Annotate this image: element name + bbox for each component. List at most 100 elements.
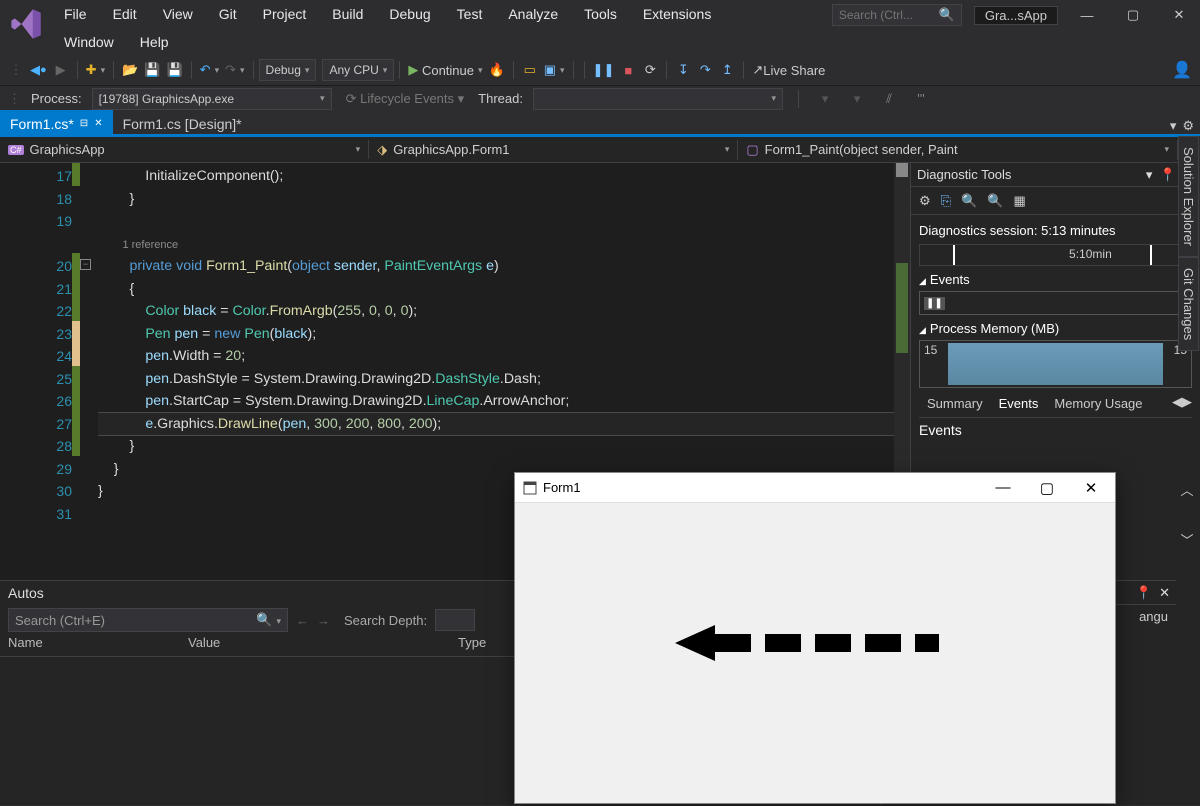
solution-selector[interactable]: Gra...sApp	[974, 6, 1058, 25]
tab-events[interactable]: Events	[991, 394, 1047, 417]
stop-debug-button[interactable]: ■	[617, 59, 639, 81]
memory-chart: 15 15	[919, 340, 1192, 388]
save-all-button[interactable]: 💾	[163, 59, 185, 81]
tabs-scroll-left[interactable]: ◀	[1172, 394, 1182, 417]
col-name[interactable]: Name	[8, 635, 188, 656]
stack-trace-button[interactable]: ⫽	[878, 88, 900, 110]
memory-section-header[interactable]: Process Memory (MB)	[919, 315, 1192, 336]
nav-member[interactable]: ▢Form1_Paint(object sender, Paint▾	[738, 140, 1178, 160]
form-icon	[523, 481, 537, 495]
thread-combo[interactable]: ▾	[533, 88, 783, 110]
panel-scroll-down[interactable]: ﹀	[1178, 530, 1196, 549]
runtime-form-window[interactable]: Form1 — ▢ ✕	[514, 472, 1116, 804]
menu-help[interactable]: Help	[130, 32, 179, 52]
liveshare-button[interactable]: ↗ Live Share	[749, 59, 828, 81]
git-changes-tab[interactable]: Git Changes	[1178, 257, 1199, 351]
menu-analyze[interactable]: Analyze	[498, 4, 568, 24]
menu-test[interactable]: Test	[447, 4, 493, 24]
menu-extensions[interactable]: Extensions	[633, 4, 721, 24]
form-minimize-button[interactable]: —	[987, 479, 1019, 497]
cycle-button[interactable]: '''	[910, 88, 932, 110]
zoom-out-icon[interactable]: 🔍	[987, 193, 1003, 209]
tab-form1-design[interactable]: Form1.cs [Design]*	[113, 110, 252, 134]
app-button[interactable]: ▣▾	[541, 59, 568, 81]
nav-back-button[interactable]: ◀●	[27, 59, 50, 81]
snapshot-button[interactable]: ⎘	[941, 193, 951, 209]
close-panel-icon[interactable]: ✕	[1159, 585, 1170, 601]
zoom-in-icon[interactable]: 🔍	[961, 193, 977, 209]
nav-class[interactable]: ⬗GraphicsApp.Form1▾	[369, 140, 738, 160]
menu-file[interactable]: File	[54, 4, 97, 24]
nav-project[interactable]: C#GraphicsApp▾	[0, 140, 369, 159]
menu-git[interactable]: Git	[209, 4, 247, 24]
undo-button[interactable]: ↶▾	[197, 59, 222, 81]
panel-scroll-up[interactable]: ︿	[1178, 480, 1196, 499]
main-menu: File Edit View Git ProjectBuild Debug TestAnal…	[52, 0, 832, 28]
tab-settings-icon[interactable]: ⚙	[1182, 118, 1194, 134]
window-pos-icon[interactable]: ▾	[1146, 167, 1153, 183]
break-all-button[interactable]: ❚❚	[590, 59, 618, 81]
tab-label: Form1.cs*	[10, 116, 74, 132]
diag-session-label: Diagnostics session: 5:13 minutes	[919, 219, 1192, 242]
redo-button[interactable]: ↷▾	[222, 59, 247, 81]
menu-build[interactable]: Build	[322, 4, 373, 24]
drawline-output	[515, 503, 1115, 803]
minimize-button[interactable]: —	[1070, 4, 1104, 26]
search-depth-combo[interactable]	[435, 609, 475, 631]
menu-view[interactable]: View	[153, 4, 203, 24]
gear-icon[interactable]: ⚙	[919, 193, 931, 209]
hot-reload-button[interactable]: 🔥	[486, 59, 508, 81]
tab-memory-usage[interactable]: Memory Usage	[1046, 394, 1150, 417]
config-combo[interactable]: Debug▾	[259, 59, 317, 81]
open-file-button[interactable]: 📂	[119, 59, 141, 81]
code-nav-bar: C#GraphicsApp▾ ⬗GraphicsApp.Form1▾ ▢Form…	[0, 137, 1200, 163]
lifecycle-button[interactable]: ⟳ Lifecycle Events ▾	[342, 91, 469, 107]
chart-icon[interactable]: ▦	[1013, 193, 1025, 209]
maximize-button[interactable]: ▢	[1116, 4, 1150, 26]
save-button[interactable]: 💾	[141, 59, 163, 81]
open-xaml-button[interactable]: ▭	[519, 59, 541, 81]
step-into-button[interactable]: ↧	[672, 59, 694, 81]
solution-explorer-tab[interactable]: Solution Explorer	[1178, 136, 1199, 257]
pin-icon[interactable]: 📍	[1160, 167, 1176, 183]
global-search[interactable]: 🔍	[832, 4, 962, 26]
pin-icon[interactable]: 📍	[1136, 585, 1152, 601]
diag-title: Diagnostic Tools	[917, 167, 1011, 182]
platform-combo[interactable]: Any CPU▾	[322, 59, 394, 81]
menu-edit[interactable]: Edit	[103, 4, 147, 24]
step-out-button[interactable]: ↥	[716, 59, 738, 81]
method-icon: ▢	[746, 142, 758, 158]
continue-button[interactable]: ▶ Continue▾	[405, 59, 485, 81]
close-button[interactable]: ✕	[1162, 4, 1196, 26]
global-search-input[interactable]	[839, 8, 929, 22]
new-item-button[interactable]: ✚▾	[83, 59, 108, 81]
event-marker-icon: ❚❚	[924, 297, 945, 310]
events-section-header[interactable]: Events	[919, 266, 1192, 287]
tab-overflow-icon[interactable]: ▾	[1170, 118, 1177, 134]
form-titlebar[interactable]: Form1 — ▢ ✕	[515, 473, 1115, 503]
close-tab-icon[interactable]: ✕	[94, 118, 102, 129]
autos-search[interactable]: Search (Ctrl+E) 🔍▾	[8, 608, 288, 632]
process-combo[interactable]: [19788] GraphicsApp.exe▾	[92, 88, 332, 110]
menu-debug[interactable]: Debug	[379, 4, 440, 24]
menu-project[interactable]: Project	[253, 4, 317, 24]
search-next-button[interactable]: →	[317, 613, 330, 628]
pin-icon[interactable]: ⊟	[80, 118, 88, 129]
step-over-button[interactable]: ↷	[694, 59, 716, 81]
filter1-button[interactable]: ▾	[814, 88, 836, 110]
form-close-button[interactable]: ✕	[1075, 479, 1107, 497]
col-value[interactable]: Value	[188, 635, 458, 656]
tab-summary[interactable]: Summary	[919, 394, 991, 417]
menu-tools[interactable]: Tools	[574, 4, 627, 24]
restart-button[interactable]: ⟳	[639, 59, 661, 81]
search-prev-button[interactable]: ←	[296, 613, 309, 628]
diag-timeline[interactable]: 5:10min	[919, 244, 1192, 266]
filter2-button[interactable]: ▾	[846, 88, 868, 110]
menu-window[interactable]: Window	[54, 32, 124, 52]
tabs-scroll-right[interactable]: ▶	[1182, 394, 1192, 417]
account-icon[interactable]: 👤	[1169, 59, 1195, 81]
nav-forward-button[interactable]: ▶	[50, 59, 72, 81]
tab-form1-cs[interactable]: Form1.cs* ⊟ ✕	[0, 110, 113, 134]
col-type[interactable]: Type	[458, 635, 486, 656]
form-maximize-button[interactable]: ▢	[1031, 479, 1063, 497]
